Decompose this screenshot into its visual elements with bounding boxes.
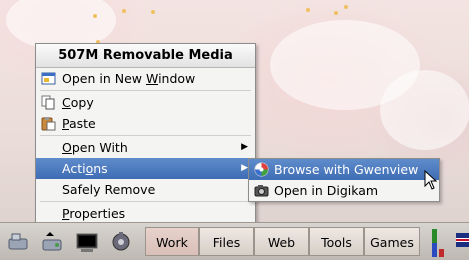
menu-item-actions[interactable]: Actions ▶ [36, 158, 255, 179]
menu-item-copy[interactable]: Copy [36, 92, 255, 113]
desktop-button-label: Tools [321, 235, 352, 250]
menu-title: 507M Removable Media [36, 44, 255, 68]
actions-submenu: Browse with Gwenview Open in Digikam [248, 158, 440, 202]
desktop-button-web[interactable]: Web [254, 227, 309, 256]
new-window-icon [41, 72, 56, 85]
taskbar: Work Files Web Tools Games [0, 222, 469, 260]
removable-media-icon[interactable] [40, 231, 64, 253]
gwenview-icon [254, 162, 269, 177]
menu-item-label: Open With [62, 140, 128, 155]
submenu-arrow-icon: ▶ [241, 142, 248, 152]
menu-item-label: Actions [62, 161, 108, 176]
blossom-petal [380, 70, 469, 150]
terminal-icon[interactable] [75, 231, 99, 253]
submenu-item-browse-with-gwenview[interactable]: Browse with Gwenview [249, 159, 439, 180]
menu-separator [40, 201, 251, 202]
blossom-stamen [93, 14, 97, 18]
desktop-button-label: Web [267, 235, 296, 250]
menu-item-label: Safely Remove [62, 182, 156, 197]
desktop-button-games[interactable]: Games [364, 227, 420, 256]
submenu-item-label: Open in Digikam [274, 183, 379, 198]
blossom-stamen [344, 5, 348, 9]
device-context-menu: 507M Removable Media Open in New Window … [35, 43, 256, 224]
menu-item-label: Copy [62, 95, 94, 110]
menu-item-open-with[interactable]: Open With ▶ [36, 137, 255, 158]
paste-icon [41, 117, 56, 131]
keyboard-layout-flag-icon[interactable] [456, 233, 469, 247]
digikam-icon [254, 185, 269, 197]
desktop-button-files[interactable]: Files [199, 227, 254, 256]
copy-icon [41, 95, 55, 110]
system-monitor-icon[interactable] [429, 227, 447, 259]
kcontrol-icon[interactable] [109, 231, 133, 253]
blossom-stamen [122, 9, 126, 13]
submenu-item-open-in-digikam[interactable]: Open in Digikam [249, 180, 439, 201]
blossom-stamen [151, 10, 155, 14]
menu-separator [40, 135, 251, 136]
system-icon[interactable] [6, 231, 30, 253]
menu-item-label: Properties [62, 206, 126, 221]
desktop-button-label: Games [370, 235, 414, 250]
desktop-button-label: Files [212, 235, 241, 250]
menu-item-paste[interactable]: Paste [36, 113, 255, 134]
submenu-arrow-icon: ▶ [241, 163, 248, 173]
desktop-button-work[interactable]: Work [145, 227, 199, 256]
submenu-item-label: Browse with Gwenview [274, 162, 419, 177]
menu-item-label: Paste [62, 116, 96, 131]
menu-item-safely-remove[interactable]: Safely Remove [36, 179, 255, 200]
blossom-stamen [306, 8, 310, 12]
desktop-button-tools[interactable]: Tools [309, 227, 364, 256]
blossom-stamen [334, 11, 338, 15]
mouse-cursor-icon [424, 170, 438, 190]
menu-item-label: Open in New Window [62, 71, 196, 86]
desktop-button-label: Work [156, 235, 188, 250]
menu-item-open-in-new-window[interactable]: Open in New Window [36, 68, 255, 89]
menu-separator [40, 90, 251, 91]
menu-item-properties[interactable]: Properties [36, 203, 255, 224]
